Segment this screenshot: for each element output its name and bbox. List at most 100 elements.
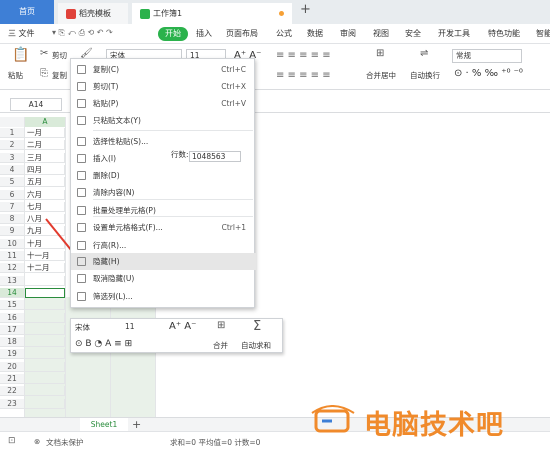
copy-icon[interactable]: ⎘	[40, 68, 48, 79]
cell-a[interactable]: 三月	[25, 152, 65, 163]
menu-formula[interactable]: 公式	[276, 28, 292, 39]
menu-start[interactable]: 开始	[158, 27, 188, 41]
row-header[interactable]: 12	[0, 263, 24, 274]
status-grid-icon[interactable]: ⊡	[8, 436, 16, 446]
new-tab-plus-icon[interactable]: +	[300, 2, 311, 17]
menu-smart[interactable]: 智能	[536, 28, 550, 39]
menu-page-layout[interactable]: 页面布局	[226, 28, 258, 39]
context-menu-item[interactable]: 筛选列(L)...	[71, 288, 256, 305]
mini-sum-icon[interactable]: Σ	[253, 319, 261, 334]
context-menu-item[interactable]: 剪切(T) Ctrl+X	[71, 78, 256, 95]
copy-label[interactable]: 复制	[52, 70, 67, 81]
paste-icon[interactable]: 📋	[12, 47, 29, 63]
menu-features[interactable]: 特色功能	[488, 28, 520, 39]
cell-a[interactable]: 四月	[25, 164, 65, 175]
row-count-spinner[interactable]: 1048563	[189, 151, 241, 162]
menu-file[interactable]: 三 文件	[8, 28, 35, 39]
row-header[interactable]: 2	[0, 140, 24, 151]
doc-protect-status[interactable]: 文档未保护	[46, 437, 84, 448]
cell-a[interactable]	[25, 312, 65, 323]
context-menu-item[interactable]: 复制(C) Ctrl+C	[71, 61, 256, 78]
context-menu-item[interactable]: 粘贴(P) Ctrl+V	[71, 95, 256, 112]
cell-a[interactable]: 二月	[25, 140, 65, 151]
menu-insert[interactable]: 插入	[196, 28, 212, 39]
context-menu-item[interactable]: 只粘贴文本(Y)	[71, 112, 256, 129]
cell-a[interactable]	[25, 337, 65, 348]
align-top-icons[interactable]: ≡ ≡ ≡ ≡ ≡	[276, 50, 331, 61]
context-menu-item[interactable]: 设置单元格格式(F)... Ctrl+1	[71, 219, 256, 236]
column-header-a[interactable]: A	[25, 117, 65, 127]
row-header[interactable]: 14	[0, 287, 24, 298]
mini-font-size[interactable]: 11	[125, 322, 135, 331]
context-menu-item[interactable]: 隐藏(H)	[71, 253, 256, 270]
menu-review[interactable]: 审阅	[340, 28, 356, 39]
row-header[interactable]: 9	[0, 226, 24, 237]
row-header[interactable]: 21	[0, 374, 24, 384]
cell-a[interactable]	[25, 287, 65, 298]
row-header[interactable]: 13	[0, 275, 24, 286]
wrap-text-label[interactable]: 自动换行	[410, 70, 440, 81]
row-header[interactable]: 22	[0, 386, 24, 397]
cell-a[interactable]: 一月	[25, 128, 65, 138]
row-header[interactable]: 15	[0, 300, 24, 311]
merge-center-label[interactable]: 合并居中	[366, 70, 396, 81]
cell-a[interactable]	[25, 386, 65, 397]
mini-autosum-label[interactable]: 自动求和	[241, 340, 271, 351]
row-header[interactable]: 3	[0, 152, 24, 163]
align-left-icons[interactable]: ≡ ≡ ≡ ≡ ≡	[276, 70, 331, 81]
paste-label[interactable]: 粘贴	[8, 70, 23, 81]
number-format-icons[interactable]: ⊙ · % ‰ ⁺⁰ ⁻⁰	[454, 68, 523, 79]
row-header[interactable]: 4	[0, 164, 24, 175]
context-menu-item[interactable]: 行高(R)...	[71, 237, 256, 254]
menu-data[interactable]: 数据	[307, 28, 323, 39]
cell-a[interactable]	[25, 300, 65, 311]
context-menu-item[interactable]: 取消隐藏(U)	[71, 270, 256, 287]
context-menu-item[interactable]: 选择性粘贴(S)...	[71, 133, 256, 150]
row-header[interactable]: 6	[0, 189, 24, 200]
cell-a[interactable]	[25, 349, 65, 360]
cell-a[interactable]	[25, 275, 65, 286]
tab-workbook[interactable]: 工作簿1	[132, 3, 292, 24]
row-header[interactable]: 5	[0, 177, 24, 188]
cell-a[interactable]: 六月	[25, 189, 65, 200]
tab-docer[interactable]: 稻壳模板	[58, 3, 128, 24]
merge-center-icon[interactable]: ⊞	[376, 48, 384, 59]
cut-icon[interactable]: ✂	[40, 48, 48, 59]
tab-home[interactable]: 首页	[0, 0, 54, 24]
row-header[interactable]: 11	[0, 251, 24, 261]
row-header[interactable]: 18	[0, 337, 24, 348]
menu-developer[interactable]: 开发工具	[438, 28, 470, 39]
row-header[interactable]: 7	[0, 201, 24, 212]
cell-a[interactable]	[25, 374, 65, 384]
row-header[interactable]: 10	[0, 238, 24, 249]
row-header[interactable]: 16	[0, 312, 24, 323]
add-sheet-plus-icon[interactable]: +	[132, 418, 141, 431]
wrap-text-icon[interactable]: ⇌	[420, 48, 428, 59]
row-header[interactable]: 23	[0, 398, 24, 409]
sheet-tab[interactable]: Sheet1	[80, 418, 128, 432]
context-menu-item[interactable]: 删除(D)	[71, 167, 256, 184]
number-format-select[interactable]: 常规	[452, 49, 522, 63]
cell-a[interactable]	[25, 361, 65, 372]
cell-a[interactable]	[25, 398, 65, 409]
cell-a[interactable]: 七月	[25, 201, 65, 212]
mini-grow-shrink-icons[interactable]: A⁺ A⁻	[169, 321, 196, 332]
quick-access-icons[interactable]: ▾ ⎘ ⤺ ⎙ ⟲ ↶ ↷	[52, 28, 113, 38]
mini-merge-label[interactable]: 合并	[213, 340, 228, 351]
cell-a[interactable]	[25, 324, 65, 335]
corner-cell[interactable]	[0, 117, 24, 127]
cell-a[interactable]: 五月	[25, 177, 65, 188]
mini-font-name[interactable]: 宋体	[75, 322, 90, 333]
row-header[interactable]: 20	[0, 361, 24, 372]
menu-security[interactable]: 安全	[405, 28, 421, 39]
row-header[interactable]: 1	[0, 128, 24, 138]
mini-format-icons[interactable]: ⊙ B ◔ A ≡ ⊞	[75, 339, 132, 349]
name-box[interactable]: A14	[10, 98, 62, 111]
menu-view[interactable]: 视图	[373, 28, 389, 39]
menu-item-icon	[77, 65, 86, 74]
row-header[interactable]: 8	[0, 214, 24, 225]
cut-label[interactable]: 剪切	[52, 50, 67, 61]
row-header[interactable]: 17	[0, 324, 24, 335]
mini-merge-icon[interactable]: ⊞	[217, 320, 225, 331]
row-header[interactable]: 19	[0, 349, 24, 360]
